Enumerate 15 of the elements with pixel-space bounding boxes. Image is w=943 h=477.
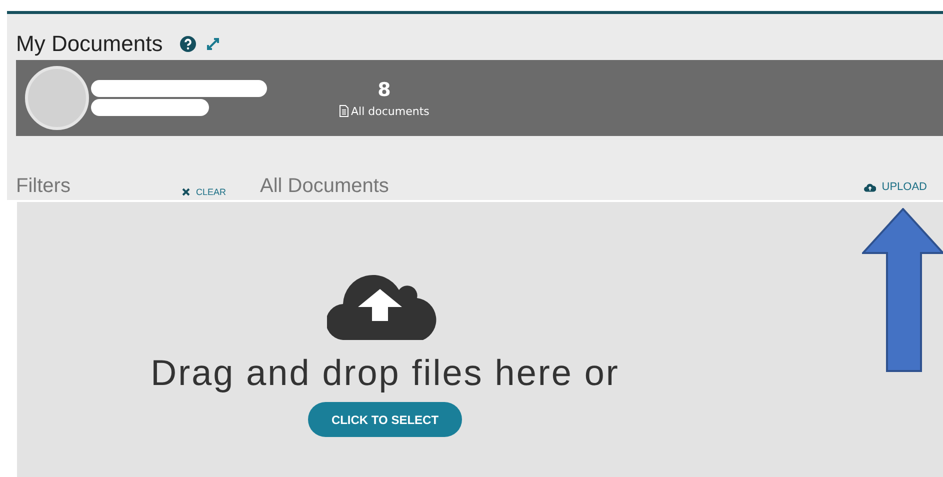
count-label: All documents (351, 104, 430, 118)
help-icon[interactable] (180, 36, 196, 52)
select-files-button[interactable]: CLICK TO SELECT (308, 402, 462, 437)
expand-icon[interactable] (204, 36, 221, 52)
document-count: 8 (378, 78, 391, 100)
clear-button[interactable]: CLEAR (182, 187, 260, 197)
filters-heading: Filters (16, 175, 72, 198)
drop-instructions: Drag and drop files here or (150, 352, 620, 394)
document-icon (339, 105, 349, 117)
close-icon (182, 188, 190, 196)
upload-button[interactable]: UPLOAD (864, 181, 927, 193)
cloud-upload-icon (864, 182, 876, 192)
page-title: My Documents (16, 31, 163, 57)
section-heading: All Documents (260, 175, 389, 198)
drop-zone[interactable]: Drag and drop files here or CLICK TO SELECT (17, 202, 943, 477)
